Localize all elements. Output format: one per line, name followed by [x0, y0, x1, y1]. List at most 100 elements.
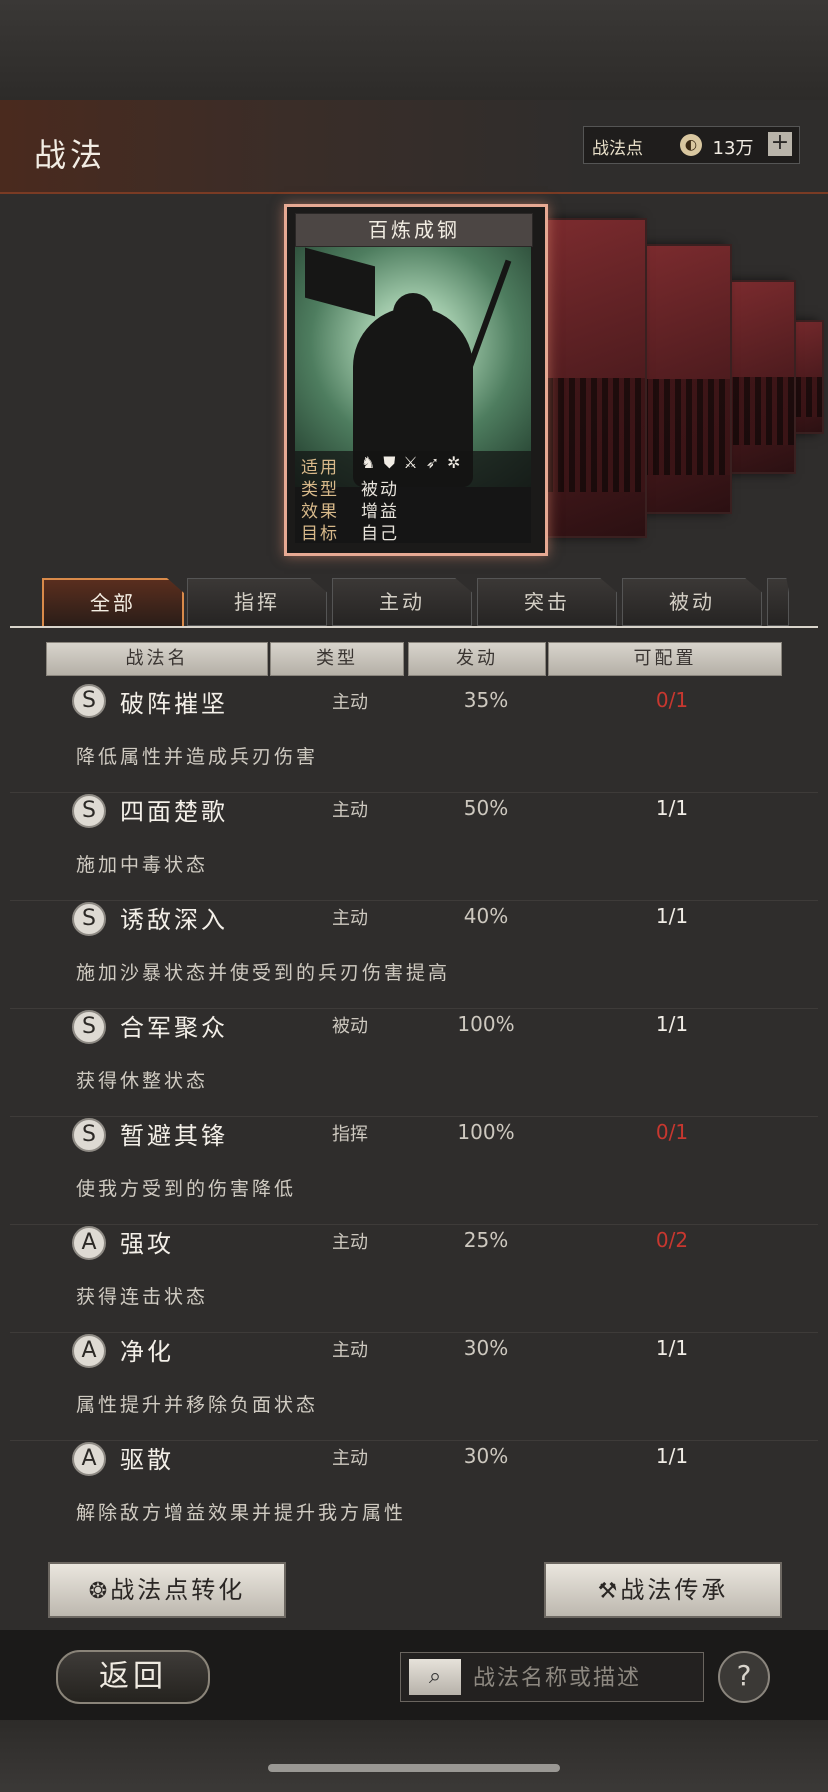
- skill-rate: 100%: [457, 1012, 515, 1036]
- skill-type: 指挥: [332, 1124, 368, 1145]
- hammer-icon: ⚒: [597, 1579, 621, 1604]
- skill-row[interactable]: S 破阵摧坚 主动 35% 0/1 降低属性并造成兵刃伤害: [10, 684, 818, 793]
- skill-type: 主动: [332, 1232, 368, 1253]
- unit-type-icons: ♞⛊⚔➶✲: [361, 453, 469, 473]
- search-icon[interactable]: ⌕: [409, 1659, 461, 1695]
- spear-icon: ➶: [425, 453, 448, 472]
- skill-row[interactable]: A 强攻 主动 25% 0/2 获得连击状态: [10, 1224, 818, 1333]
- add-points-button[interactable]: +: [768, 132, 792, 156]
- skill-description: 获得休整状态: [76, 1070, 209, 1092]
- inherit-tactic-button[interactable]: ⚒战法传承: [544, 1562, 782, 1618]
- skill-description: 获得连击状态: [76, 1286, 209, 1308]
- skill-description: 解除敌方增益效果并提升我方属性: [76, 1502, 407, 1524]
- bow-icon: ⚔: [403, 453, 426, 472]
- convert-points-button[interactable]: ❂战法点转化: [48, 1562, 286, 1618]
- tab-assault[interactable]: 突击: [477, 578, 617, 626]
- skill-type: 被动: [332, 1016, 368, 1037]
- back-button[interactable]: 返回: [56, 1650, 210, 1704]
- shield-icon: ⛊: [383, 453, 404, 472]
- tab-passive[interactable]: 被动: [622, 578, 762, 626]
- skill-description: 施加中毒状态: [76, 854, 209, 876]
- grade-badge: S: [72, 1118, 106, 1152]
- banner-shape: [305, 247, 375, 317]
- search-input[interactable]: [471, 1661, 699, 1695]
- tab-command[interactable]: 指挥: [187, 578, 327, 626]
- cavalry-icon: ♞: [361, 453, 384, 472]
- skill-description: 使我方受到的伤害降低: [76, 1178, 297, 1200]
- army-silhouette: [547, 378, 645, 492]
- skill-row[interactable]: S 暂避其锋 指挥 100% 0/1 使我方受到的伤害降低: [10, 1116, 818, 1225]
- tab-more[interactable]: [767, 578, 789, 626]
- points-label: 战法点: [592, 139, 643, 159]
- grade-badge: S: [72, 684, 106, 718]
- skill-type: 主动: [332, 800, 368, 821]
- skill-config: 0/2: [655, 1228, 689, 1252]
- home-indicator[interactable]: [268, 1764, 560, 1772]
- skill-row[interactable]: A 驱散 主动 30% 1/1 解除敌方增益效果并提升我方属性: [10, 1440, 818, 1548]
- bottom-background: [0, 1720, 828, 1792]
- skill-name: 破阵摧坚: [120, 690, 228, 718]
- skill-type: 主动: [332, 1340, 368, 1361]
- skill-name: 四面楚歌: [120, 798, 228, 826]
- skill-name: 净化: [120, 1338, 174, 1366]
- skill-description: 施加沙暴状态并使受到的兵刃伤害提高: [76, 962, 451, 984]
- column-header-type[interactable]: 类型: [270, 642, 404, 676]
- skill-row[interactable]: S 诱敌深入 主动 40% 1/1 施加沙暴状态并使受到的兵刃伤害提高: [10, 900, 818, 1009]
- column-header-rate[interactable]: 发动: [408, 642, 546, 676]
- skill-config: 1/1: [655, 796, 689, 820]
- points-value: 13万: [712, 138, 754, 159]
- coin-icon: ◐: [680, 134, 702, 156]
- skill-config: 1/1: [655, 1444, 689, 1468]
- inherit-tactic-label: 战法传承: [620, 1576, 729, 1604]
- stat-key: 目标: [301, 524, 339, 544]
- skill-name: 合军聚众: [120, 1014, 228, 1042]
- skill-type: 主动: [332, 908, 368, 929]
- tab-active[interactable]: 主动: [332, 578, 472, 626]
- skill-config: 1/1: [655, 1012, 689, 1036]
- card-back-1[interactable]: [545, 218, 647, 538]
- help-button[interactable]: ?: [718, 1651, 770, 1703]
- skill-description: 属性提升并移除负面状态: [76, 1394, 319, 1416]
- skill-name: 驱散: [120, 1446, 174, 1474]
- skill-row[interactable]: A 净化 主动 30% 1/1 属性提升并移除负面状态: [10, 1332, 818, 1441]
- grade-badge: A: [72, 1334, 106, 1368]
- skill-row[interactable]: S 四面楚歌 主动 50% 1/1 施加中毒状态: [10, 792, 818, 901]
- skill-config: 0/1: [655, 688, 689, 712]
- grade-badge: S: [72, 794, 106, 828]
- skill-name: 强攻: [120, 1230, 174, 1258]
- skill-rate: 25%: [463, 1228, 509, 1252]
- tab-divider: [10, 626, 818, 628]
- flame-icon: ❂: [88, 1579, 111, 1604]
- stat-row-target: 目标 自己: [301, 519, 397, 544]
- card-stats: 适用 ♞⛊⚔➶✲ 类型 被动 效果 增益 目标 自己: [295, 451, 531, 544]
- card-title: 百炼成钢: [295, 213, 533, 247]
- army-silhouette: [722, 377, 794, 446]
- selected-skill-card[interactable]: 百炼成钢 适用 ♞⛊⚔➶✲ 类型 被动 效果 增益 目标 自己: [284, 204, 548, 556]
- grade-badge: A: [72, 1442, 106, 1476]
- skill-config: 0/1: [655, 1120, 689, 1144]
- tactic-points-box: 战法点 ◐ 13万 +: [583, 126, 800, 164]
- column-header-config[interactable]: 可配置: [548, 642, 782, 676]
- card-back-2[interactable]: [640, 244, 732, 514]
- column-header-name[interactable]: 战法名: [46, 642, 268, 676]
- skill-description: 降低属性并造成兵刃伤害: [76, 746, 319, 768]
- stat-value: 自己: [361, 524, 399, 544]
- tab-all[interactable]: 全部: [42, 578, 184, 628]
- skill-name: 暂避其锋: [120, 1122, 228, 1150]
- wheel-icon: ✲: [447, 453, 469, 472]
- page-title: 战法: [34, 136, 107, 174]
- skill-name: 诱敌深入: [120, 906, 228, 934]
- skill-config: 1/1: [655, 1336, 689, 1360]
- skill-type: 主动: [332, 1448, 368, 1469]
- grade-badge: S: [72, 1010, 106, 1044]
- grade-badge: A: [72, 1226, 106, 1260]
- stat-row-type: 类型 被动: [301, 475, 397, 500]
- stat-row-effect: 效果 增益: [301, 497, 397, 522]
- skill-rate: 40%: [463, 904, 509, 928]
- army-silhouette: [642, 379, 730, 475]
- skill-rate: 30%: [463, 1336, 509, 1360]
- skill-row[interactable]: S 合军聚众 被动 100% 1/1 获得休整状态: [10, 1008, 818, 1117]
- top-background: [0, 0, 828, 100]
- grade-badge: S: [72, 902, 106, 936]
- skill-rate: 35%: [463, 688, 509, 712]
